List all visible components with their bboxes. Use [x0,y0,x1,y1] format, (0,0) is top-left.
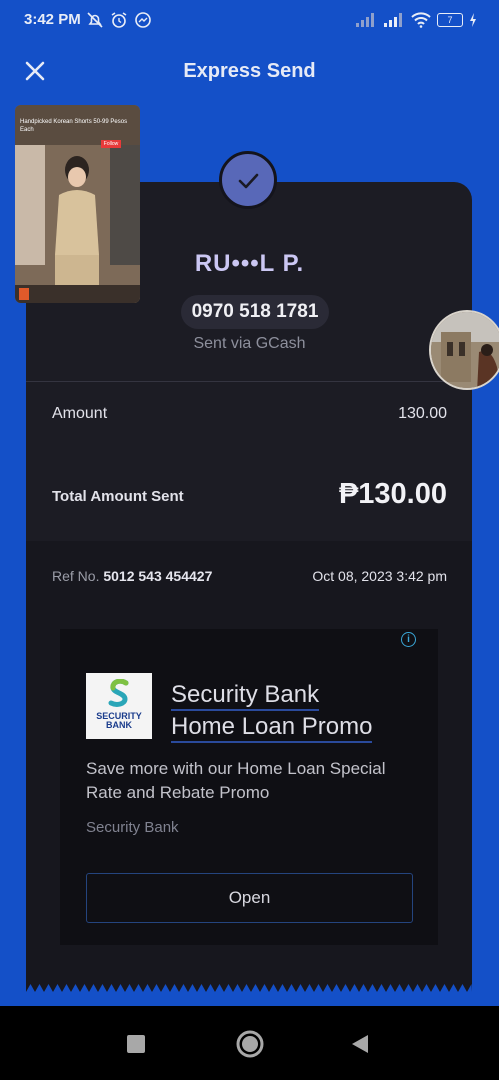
ad-headline-line2[interactable]: Home Loan Promo [171,713,373,743]
video-frame-image [15,105,140,303]
receipt-zigzag-edge [26,984,472,992]
floating-video-thumbnail[interactable]: Handpicked Korean Shorts 50-99 Pesos Eac… [15,105,140,303]
video-title: Handpicked Korean Shorts 50-99 Pesos Eac… [20,119,128,133]
recipient-phone: 0970 518 1781 [181,295,329,329]
status-bar: 3:42 PM 7 [0,0,499,44]
chat-bubble-image [431,312,499,388]
amount-label: Amount [52,405,108,422]
status-time: 3:42 PM [24,11,81,28]
total-amount-label: Total Amount Sent [52,488,184,505]
back-icon[interactable] [350,1033,370,1055]
mute-bell-icon [87,12,103,28]
charging-icon [470,13,476,27]
ad-brand-name: Security Bank [86,819,179,836]
amount-value: 130.00 [398,405,447,422]
app-header: Express Send [0,48,499,94]
follow-badge[interactable]: Follow [101,140,121,148]
home-icon[interactable] [235,1029,265,1059]
reference-label: Ref No. [52,568,100,584]
reference-value: 5012 543 454427 [103,568,213,584]
ad-description: Save more with our Home Loan Special Rat… [86,759,386,802]
recent-apps-icon[interactable] [127,1035,145,1053]
security-bank-logo: SECURITY BANK [86,673,152,739]
total-amount-value: ₱130.00 [338,478,447,510]
logo-text-line2: BANK [106,720,132,730]
battery-icon: 7 [437,13,463,27]
reference-number: Ref No. 5012 543 454427 [52,568,212,584]
checkmark-icon [238,173,259,189]
security-bank-s-icon [108,679,129,707]
ad-banner[interactable]: i SECURITY BANK Security Bank Home Loan … [60,629,438,945]
floating-chat-bubble[interactable] [429,310,499,390]
system-navigation-bar [0,1006,499,1080]
ad-headline-line1[interactable]: Security Bank [171,681,320,711]
signal-icon [356,13,374,27]
page-title: Express Send [183,60,316,82]
sent-via-label: Sent via GCash [193,335,306,352]
signal-icon-2 [384,13,402,27]
wifi-icon [411,12,431,28]
alarm-icon [111,12,127,28]
status-notification-icons [86,11,152,29]
success-check-badge [219,151,277,209]
info-icon[interactable]: i [401,632,416,647]
ad-open-button[interactable]: Open [86,873,413,923]
receipt-divider [26,381,472,382]
transaction-date: Oct 08, 2023 3:42 pm [312,568,447,584]
status-system-icons: 7 [355,12,477,28]
logo-text: SECURITY BANK [86,712,152,730]
messenger-icon [135,12,151,28]
